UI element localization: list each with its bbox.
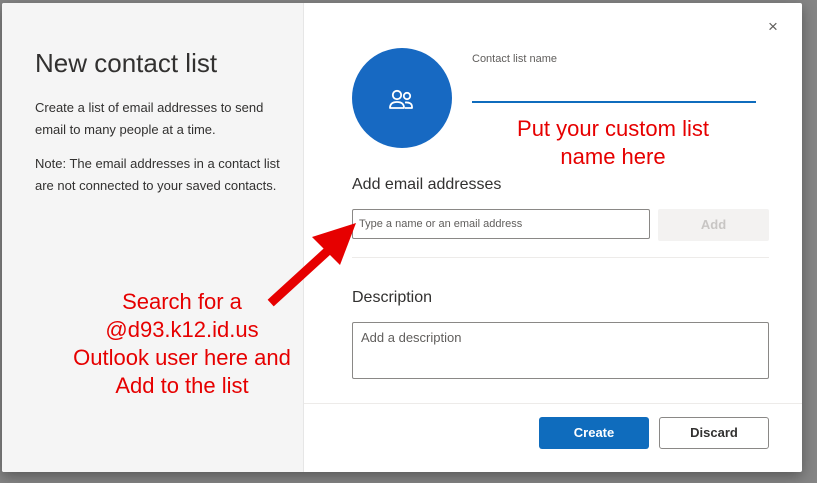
- dialog-title: New contact list: [35, 48, 218, 78]
- dialog-note: Note: The email addresses in a contact l…: [35, 156, 280, 193]
- create-button[interactable]: Create: [539, 417, 649, 449]
- annotation-arrow: [267, 223, 356, 307]
- email-search-input[interactable]: [352, 209, 650, 239]
- add-email-heading: Add email addresses: [352, 176, 502, 193]
- section-divider: [352, 257, 769, 258]
- name-hint-annotation: Put your custom list name here: [517, 116, 709, 169]
- dialog-description: Create a list of email addresses to send…: [35, 100, 264, 137]
- discard-button[interactable]: Discard: [659, 417, 769, 449]
- contact-list-name-label: Contact list name: [472, 53, 557, 65]
- info-pane: New contact list Create a list of email …: [2, 3, 304, 472]
- description-input[interactable]: [352, 322, 769, 379]
- contact-list-avatar: [352, 48, 452, 148]
- add-button[interactable]: Add: [658, 209, 769, 241]
- people-icon: [389, 89, 413, 109]
- close-button[interactable]: ×: [762, 17, 784, 39]
- close-icon: ×: [768, 17, 778, 36]
- new-contact-list-dialog: New contact list Create a list of email …: [2, 3, 802, 472]
- footer-divider: [304, 403, 802, 404]
- contact-list-name-input[interactable]: [472, 73, 756, 103]
